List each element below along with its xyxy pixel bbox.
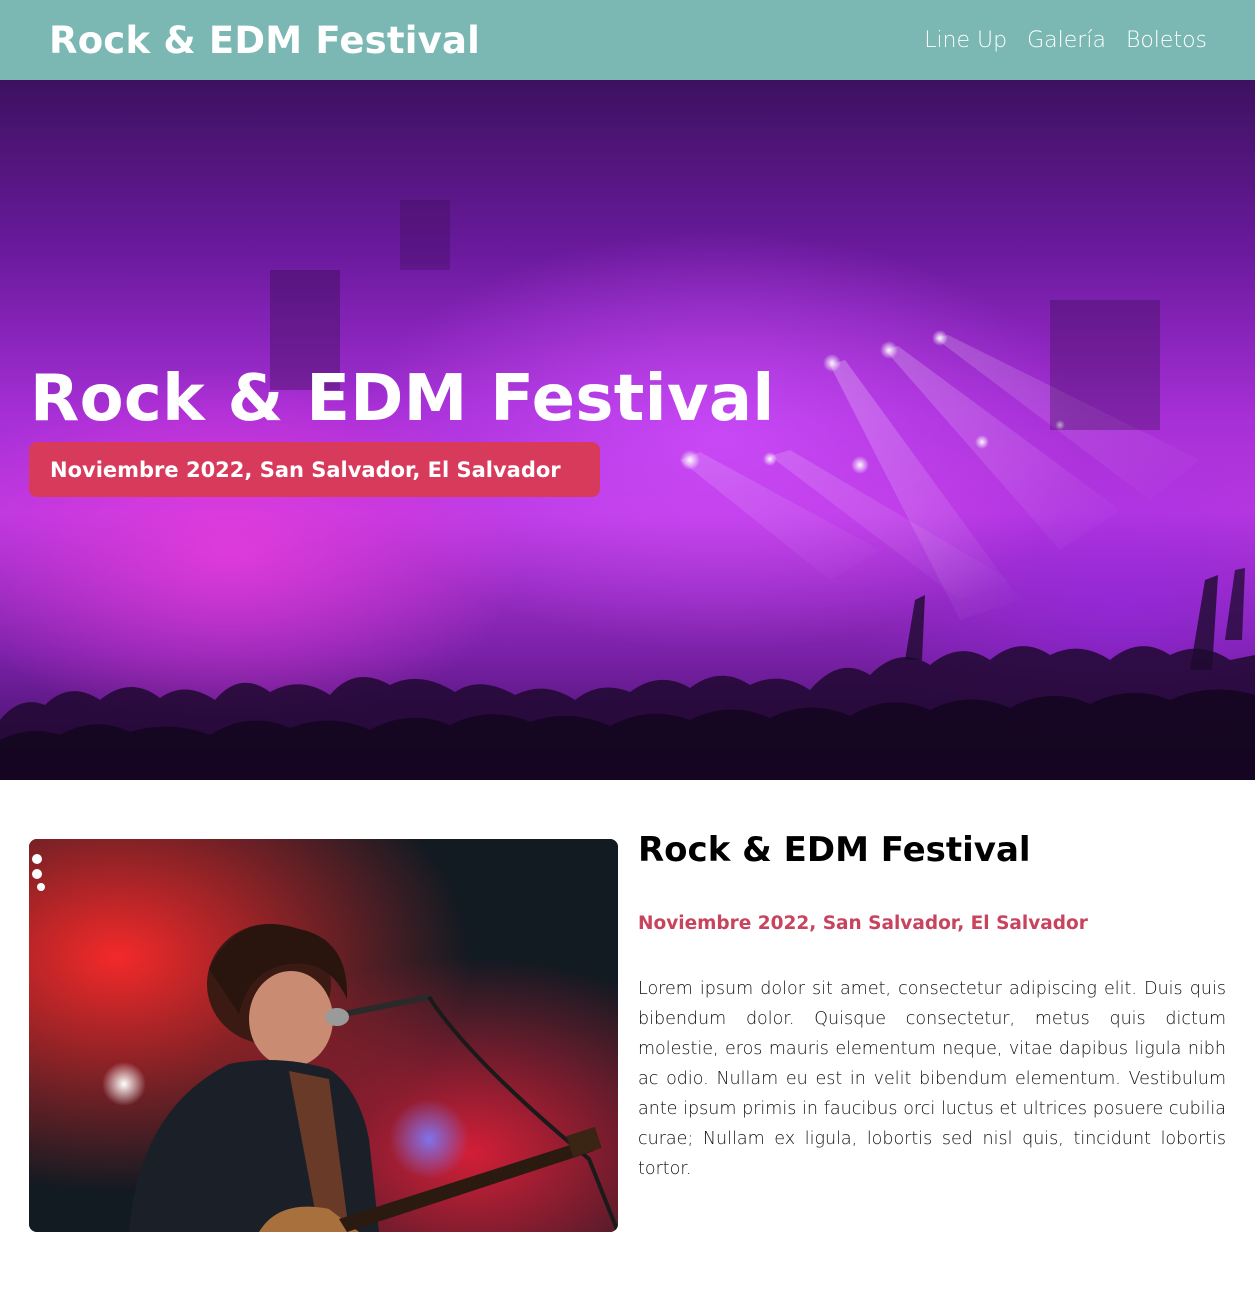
main-nav: Line Up Galería Boletos [924, 28, 1207, 53]
nav-item-line-up[interactable]: Line Up [924, 28, 1007, 53]
singer-guitar-image [29, 839, 618, 1232]
nav-item-galeria[interactable]: Galería [1027, 28, 1106, 53]
nav-item-boletos[interactable]: Boletos [1126, 28, 1207, 53]
hero-banner: Rock & EDM Festival Noviembre 2022, San … [0, 80, 1255, 780]
festival-date-location: Noviembre 2022, San Salvador, El Salvado… [638, 913, 1088, 934]
site-logo[interactable]: Rock & EDM Festival [49, 19, 480, 62]
hero-title: Rock & EDM Festival [30, 362, 775, 436]
site-header: Rock & EDM Festival Line Up Galería Bole… [0, 0, 1255, 80]
festival-description: Lorem ipsum dolor sit amet, consectetur … [638, 979, 1226, 1179]
section-title: Rock & EDM Festival [638, 830, 1031, 870]
hero-date-badge: Noviembre 2022, San Salvador, El Salvado… [29, 442, 600, 497]
singer-photo [29, 839, 618, 1232]
about-section: Rock & EDM Festival Noviembre 2022, San … [0, 780, 1255, 1289]
festival-info: Rock & EDM Festival Noviembre 2022, San … [638, 830, 1226, 1184]
